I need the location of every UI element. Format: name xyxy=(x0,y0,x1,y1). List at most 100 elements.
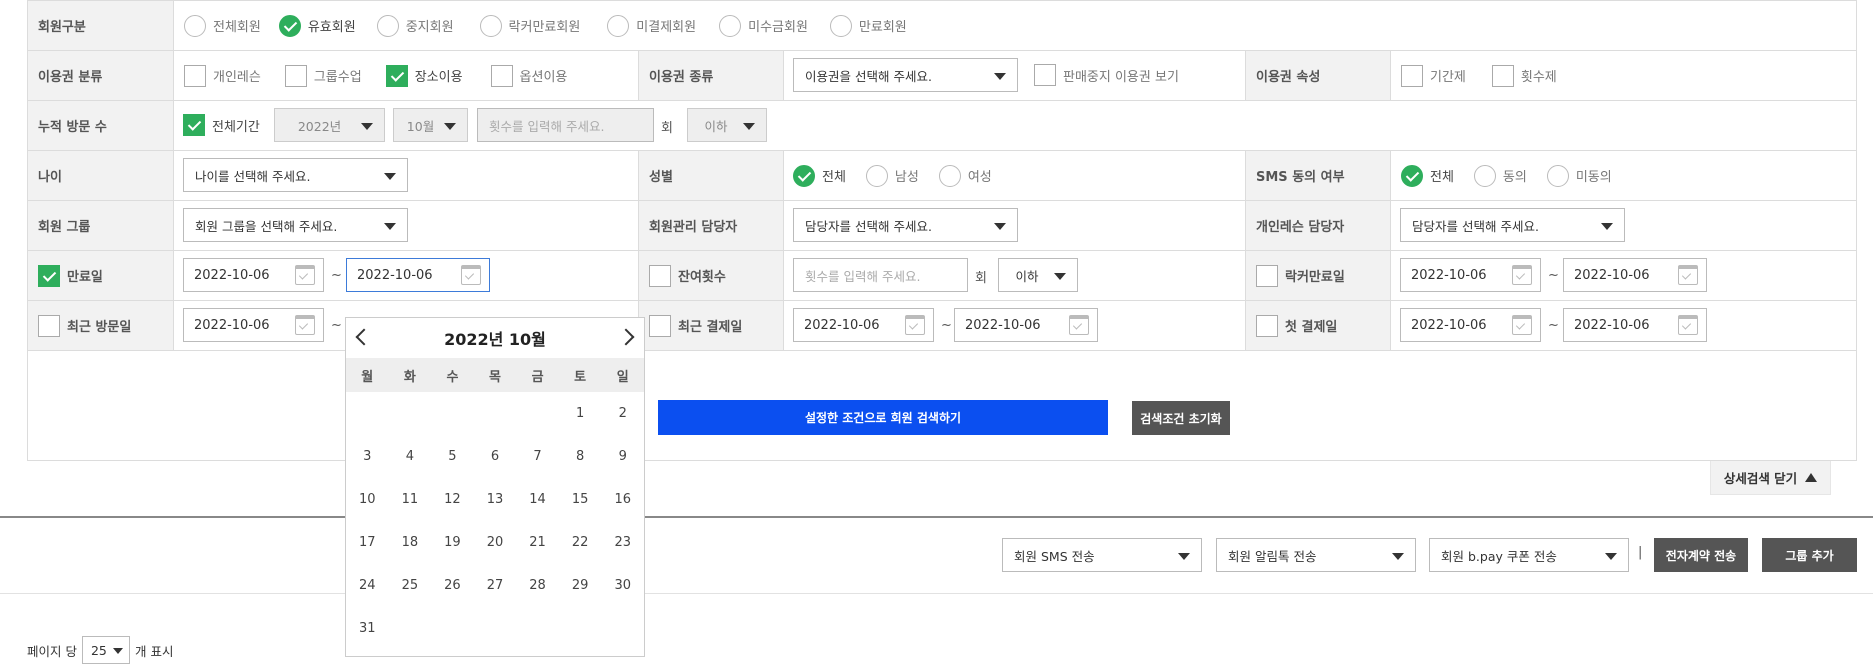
first-pay-to-date[interactable]: 2022-10-06 xyxy=(1563,308,1707,342)
calendar-day[interactable]: 21 xyxy=(516,535,559,550)
remain-cond-select[interactable]: 이하 xyxy=(998,258,1078,292)
member-type-options: 전체회원 유효회원 중지회원 락커만료회원 미결제회원 미수금회원 만료회원 xyxy=(173,1,1856,50)
remain-label-cell[interactable]: 잔여횟수 xyxy=(638,251,783,300)
gender-option[interactable]: 전체 xyxy=(793,164,846,187)
calendar-day[interactable]: 16 xyxy=(601,492,644,507)
recent-pay-to-date[interactable]: 2022-10-06 xyxy=(954,308,1098,342)
pass-category-option[interactable]: 개인레슨 xyxy=(184,64,261,87)
search-button[interactable]: 설정한 조건으로 회원 검색하기 xyxy=(658,400,1108,435)
calendar-day[interactable]: 29 xyxy=(559,578,602,593)
expire-to-date[interactable]: 2022-10-06 xyxy=(346,258,490,292)
chevron-left-icon[interactable] xyxy=(355,328,373,346)
member-type-option[interactable]: 전체회원 xyxy=(184,14,261,37)
group-select[interactable]: 회원 그룹을 선택해 주세요. xyxy=(183,208,408,242)
manager-select[interactable]: 담당자를 선택해 주세요. xyxy=(793,208,1018,242)
recent-visit-from-date[interactable]: 2022-10-06 xyxy=(183,308,324,342)
expire-label-cell[interactable]: 만료일 xyxy=(28,251,173,300)
calendar-day[interactable]: 3 xyxy=(346,449,389,464)
chevron-down-icon xyxy=(361,123,373,130)
visits-month-value: 10월 xyxy=(406,118,435,134)
calendar-day[interactable]: 23 xyxy=(601,535,644,550)
calendar-day[interactable]: 26 xyxy=(431,578,474,593)
locker-expire-from-date[interactable]: 2022-10-06 xyxy=(1400,258,1541,292)
locker-expire-label-cell[interactable]: 락커만료일 xyxy=(1245,251,1390,300)
first-pay-label-cell[interactable]: 첫 결제일 xyxy=(1245,301,1390,350)
member-type-option[interactable]: 중지회원 xyxy=(376,14,454,37)
locker-expire-to-date[interactable]: 2022-10-06 xyxy=(1563,258,1707,292)
pass-attr-option[interactable]: 기간제 xyxy=(1401,64,1466,87)
sms-option-label: 동의 xyxy=(1502,170,1527,185)
calendar-day[interactable]: 1 xyxy=(559,406,602,421)
calendar-day[interactable]: 25 xyxy=(389,578,432,593)
age-select[interactable]: 나이를 선택해 주세요. xyxy=(183,158,408,192)
visits-cond-select[interactable]: 이하 xyxy=(687,108,767,142)
page-size-select[interactable]: 25 xyxy=(81,636,130,664)
calendar-day[interactable]: 8 xyxy=(559,449,602,464)
calendar-day[interactable]: 15 xyxy=(559,492,602,507)
member-type-option[interactable]: 미수금회원 xyxy=(719,14,808,37)
remain-count-input[interactable]: 횟수를 입력해 주세요. xyxy=(793,258,968,292)
visits-count-input[interactable]: 횟수를 입력해 주세요. xyxy=(477,108,654,142)
calendar-day[interactable]: 31 xyxy=(346,621,389,636)
member-type-option[interactable]: 미결제회원 xyxy=(607,14,696,37)
recent-visit-label-cell[interactable]: 최근 방문일 xyxy=(28,301,173,350)
reset-button[interactable]: 검색조건 초기화 xyxy=(1132,401,1230,435)
calendar-day[interactable]: 9 xyxy=(601,449,644,464)
first-pay-from-date[interactable]: 2022-10-06 xyxy=(1400,308,1541,342)
visits-year-select[interactable]: 2022년 xyxy=(274,108,385,142)
pass-category-option[interactable]: 그룹수업 xyxy=(284,64,362,87)
calendar-day[interactable]: 17 xyxy=(346,535,389,550)
member-type-option[interactable]: 유효회원 xyxy=(278,14,356,37)
range-tilde: ~ xyxy=(1548,268,1559,283)
suspended-pass-toggle[interactable]: 판매중지 이용권 보기 xyxy=(1034,64,1179,86)
recent-pay-label-cell[interactable]: 최근 결제일 xyxy=(638,301,783,350)
calendar-day[interactable]: 27 xyxy=(474,578,517,593)
sms-option[interactable]: 동의 xyxy=(1473,164,1527,187)
calendar-day[interactable]: 18 xyxy=(389,535,432,550)
calendar-day[interactable]: 20 xyxy=(474,535,517,550)
pass-category-option-label: 옵션이용 xyxy=(519,70,568,85)
calendar-day[interactable]: 4 xyxy=(389,449,432,464)
calendar-day[interactable]: 12 xyxy=(431,492,474,507)
calendar-day[interactable]: 14 xyxy=(516,492,559,507)
visits-month-select[interactable]: 10월 xyxy=(393,108,468,142)
page-size-prefix: 페이지 당 xyxy=(27,643,77,659)
calendar-day[interactable]: 6 xyxy=(474,449,517,464)
calendar-day[interactable]: 19 xyxy=(431,535,474,550)
detail-close-button[interactable]: 상세검색 닫기 xyxy=(1710,461,1831,495)
sms-option[interactable]: 미동의 xyxy=(1546,164,1612,187)
contract-send-button[interactable]: 전자계약 전송 xyxy=(1654,538,1748,572)
coupon-send-select[interactable]: 회원 b.pay 쿠폰 전송 xyxy=(1429,538,1629,572)
calendar-day[interactable]: 22 xyxy=(559,535,602,550)
sms-send-select[interactable]: 회원 SMS 전송 xyxy=(1002,538,1202,572)
expire-from-date[interactable]: 2022-10-06 xyxy=(183,258,324,292)
group-add-button[interactable]: 그룹 추가 xyxy=(1762,538,1857,572)
pass-kind-select[interactable]: 이용권을 선택해 주세요. xyxy=(793,58,1018,92)
label-visits: 누적 방문 수 xyxy=(28,101,173,150)
calendar-day[interactable]: 2 xyxy=(601,406,644,421)
calendar-day[interactable]: 11 xyxy=(389,492,432,507)
gender-option[interactable]: 여성 xyxy=(938,164,992,187)
member-type-option[interactable]: 락커만료회원 xyxy=(479,14,580,37)
member-type-option[interactable]: 만료회원 xyxy=(829,14,907,37)
pass-attr-option[interactable]: 횟수제 xyxy=(1491,64,1557,87)
calendar-day[interactable]: 10 xyxy=(346,492,389,507)
calendar-day[interactable]: 13 xyxy=(474,492,517,507)
radio-icon xyxy=(376,14,399,37)
all-period-toggle[interactable]: 전체기간 xyxy=(183,114,260,136)
calendar-day[interactable]: 24 xyxy=(346,578,389,593)
lesson-manager-select[interactable]: 담당자를 선택해 주세요. xyxy=(1400,208,1625,242)
calendar-day[interactable]: 30 xyxy=(601,578,644,593)
calendar-day[interactable]: 28 xyxy=(516,578,559,593)
pass-category-option[interactable]: 장소이용 xyxy=(385,64,463,87)
sms-option[interactable]: 전체 xyxy=(1401,164,1454,187)
radio-icon xyxy=(184,14,206,37)
recent-pay-from-date[interactable]: 2022-10-06 xyxy=(793,308,934,342)
gender-option[interactable]: 남성 xyxy=(865,164,919,187)
pass-category-option[interactable]: 옵션이용 xyxy=(490,64,568,87)
calendar-day[interactable]: 7 xyxy=(516,449,559,464)
chevron-right-icon[interactable] xyxy=(617,328,635,346)
alimtalk-send-select[interactable]: 회원 알림톡 전송 xyxy=(1216,538,1416,572)
label-pass-category: 이용권 분류 xyxy=(28,51,173,100)
calendar-day[interactable]: 5 xyxy=(431,449,474,464)
